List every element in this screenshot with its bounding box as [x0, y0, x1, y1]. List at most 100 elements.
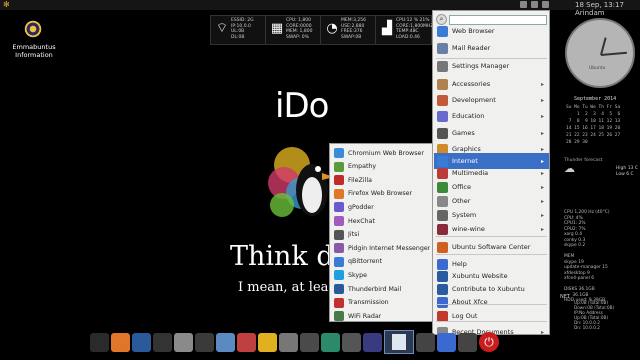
clock-minute-hand — [600, 51, 627, 56]
window-icon[interactable] — [384, 330, 414, 354]
emmabuntus-fleur-icon[interactable]: ✻ — [3, 1, 11, 9]
menu-item-accessories[interactable]: Accessories ▸ — [434, 76, 549, 92]
qbittorrent-icon — [334, 256, 344, 267]
power-icon[interactable]: ⏻ — [479, 332, 499, 352]
development-icon — [437, 94, 448, 106]
submenu-arrow-icon: ▸ — [541, 211, 545, 219]
submenu-item-label: Skype — [348, 271, 368, 279]
favorites-star-icon[interactable] — [258, 332, 277, 352]
submenu-arrow-icon: ▸ — [541, 145, 545, 153]
submenu-item-qbittorrent[interactable]: qBittorrent — [331, 255, 432, 269]
submenu-item-filezilla[interactable]: FileZilla — [331, 173, 432, 187]
submenu-item-label: gPodder — [348, 203, 374, 211]
submenu-item-label: Transmission — [348, 299, 389, 307]
gpodder-icon — [334, 202, 344, 213]
volume-tray-icon[interactable] — [531, 1, 538, 8]
menu-item-label: Web Browser — [452, 27, 495, 35]
submenu-item-transmission[interactable]: Transmission — [331, 296, 432, 310]
menu-item-label: Mail Reader — [452, 44, 491, 52]
wine-icon — [437, 223, 448, 235]
weather-title: Thunder forecast — [564, 158, 603, 163]
menu-item-label: wine-wine — [452, 225, 485, 233]
menu-item-wine-wine[interactable]: wine-wine ▸ — [434, 221, 549, 237]
submenu-item-firefox-web-browser[interactable]: Firefox Web Browser — [331, 187, 432, 201]
submenu-item-thunderbird-mail[interactable]: Thunderbird Mail — [331, 282, 432, 296]
submenu-item-empathy[interactable]: Empathy — [331, 160, 432, 174]
menu-item-education[interactable]: Education ▸ — [434, 108, 549, 124]
submenu-arrow-icon: ▸ — [541, 129, 545, 137]
menu-separator — [436, 254, 547, 255]
media-player-icon[interactable] — [195, 332, 214, 352]
about-xfce-icon — [437, 296, 448, 308]
empathy-icon — [334, 161, 344, 172]
wallpaper-slogan: Think di — [230, 241, 330, 272]
filezilla-icon — [334, 175, 344, 186]
ido-home-icon[interactable] — [90, 332, 109, 352]
thunderbird-icon[interactable] — [132, 332, 151, 352]
wifi-icon: ⌔ — [215, 21, 229, 36]
disk-icon[interactable] — [342, 332, 361, 352]
office-icon — [437, 181, 448, 193]
menu-item-web-browser[interactable]: Web Browser — [434, 23, 549, 39]
submenu-item-label: FileZilla — [348, 176, 372, 184]
menu-separator — [436, 321, 547, 322]
desktop-icon-emmabuntus-info[interactable]: Emmabuntus Information — [8, 18, 68, 59]
menu-item-label: Ubuntu Software Center — [452, 243, 531, 251]
menu-item-games[interactable]: Games ▸ — [434, 125, 549, 141]
submenu-item-jitsi[interactable]: Jitsi — [331, 228, 432, 242]
palette-icon[interactable] — [321, 332, 340, 352]
menu-item-label: Log Out — [452, 312, 478, 320]
education-icon — [437, 110, 448, 122]
submenu-item-hexchat[interactable]: HexChat — [331, 214, 432, 228]
firefox-icon[interactable] — [111, 332, 130, 352]
menu-item-settings-manager[interactable]: Settings Manager — [434, 58, 549, 74]
wallpaper-tagline: I mean, at least I — [238, 280, 330, 295]
calendar-title: September 2014 — [574, 96, 617, 102]
network-icon[interactable] — [363, 332, 382, 352]
network-tray-icon[interactable] — [520, 1, 527, 8]
multimedia-icon — [437, 167, 448, 179]
submenu-item-label: Chromium Web Browser — [348, 149, 424, 157]
submenu-item-pidgin-internet-messenger[interactable]: Pidgin Internet Messenger — [331, 241, 432, 255]
submenu-item-label: HexChat — [348, 217, 375, 225]
net-stats: Up:0B (Total:0B) Down:0B (Total:0B) IP:N… — [574, 300, 615, 330]
submenu-item-label: qBittorrent — [348, 258, 383, 266]
conky-panel: Ubuntu September 2014 Su Mo Tu We Th Fr … — [560, 12, 640, 360]
mail-tray-icon[interactable] — [542, 1, 549, 8]
mail-icon — [437, 42, 448, 54]
menu-item-label: Other — [452, 197, 471, 205]
xubuntu-icon — [437, 270, 448, 282]
menu-item-label: System — [452, 211, 477, 219]
log-out-icon — [437, 310, 448, 322]
menu-item-mail-reader[interactable]: Mail Reader — [434, 40, 549, 56]
files-icon[interactable] — [416, 332, 435, 352]
jitsi-icon — [334, 229, 344, 240]
submenu-item-skype[interactable]: Skype — [331, 268, 432, 282]
cd-burner-icon[interactable] — [237, 332, 256, 352]
submenu-item-label: Jitsi — [348, 231, 360, 239]
libreoffice-icon[interactable] — [216, 332, 235, 352]
dock: ⏻ — [88, 327, 558, 357]
users-icon[interactable] — [458, 332, 477, 352]
terminal-icon[interactable] — [153, 332, 172, 352]
other-icon — [437, 195, 448, 207]
system-icon[interactable] — [300, 332, 319, 352]
menu-item-ubuntu-software-center[interactable]: Ubuntu Software Center — [434, 239, 549, 255]
firefox-icon — [334, 188, 344, 199]
menu-item-label: Contribute to Xubuntu — [452, 285, 525, 293]
file-manager-icon[interactable] — [174, 332, 193, 352]
submenu-item-gpodder[interactable]: gPodder — [331, 200, 432, 214]
submenu-item-wifi-radar[interactable]: WiFi Radar — [331, 309, 432, 323]
chat-icon[interactable] — [437, 332, 456, 352]
weather-cloud-icon: ☁ — [564, 162, 575, 175]
applications-menu: ⌕ Web Browser Mail Reader Settings Manager… — [432, 10, 550, 338]
submenu-item-chromium-web-browser[interactable]: Chromium Web Browser — [331, 146, 432, 160]
monitor-memory: ◔ MEM:3,256 USE:2,880 FREE:376 SWAP:0B — [321, 16, 376, 44]
menu-item-label: Education — [452, 112, 485, 120]
submenu-item-label: Thunderbird Mail — [348, 285, 402, 293]
monitor-network-text: ESSID: 2G IP:10.0.0 UL:0B DL:0B — [231, 18, 254, 40]
settings-icon[interactable] — [279, 332, 298, 352]
menu-item-development[interactable]: Development ▸ — [434, 92, 549, 108]
submenu-arrow-icon: ▸ — [541, 157, 545, 165]
calendar-grid: Su Mo Tu We Th Fr Sa 1 2 3 4 5 6 7 8 9 1… — [566, 105, 621, 145]
